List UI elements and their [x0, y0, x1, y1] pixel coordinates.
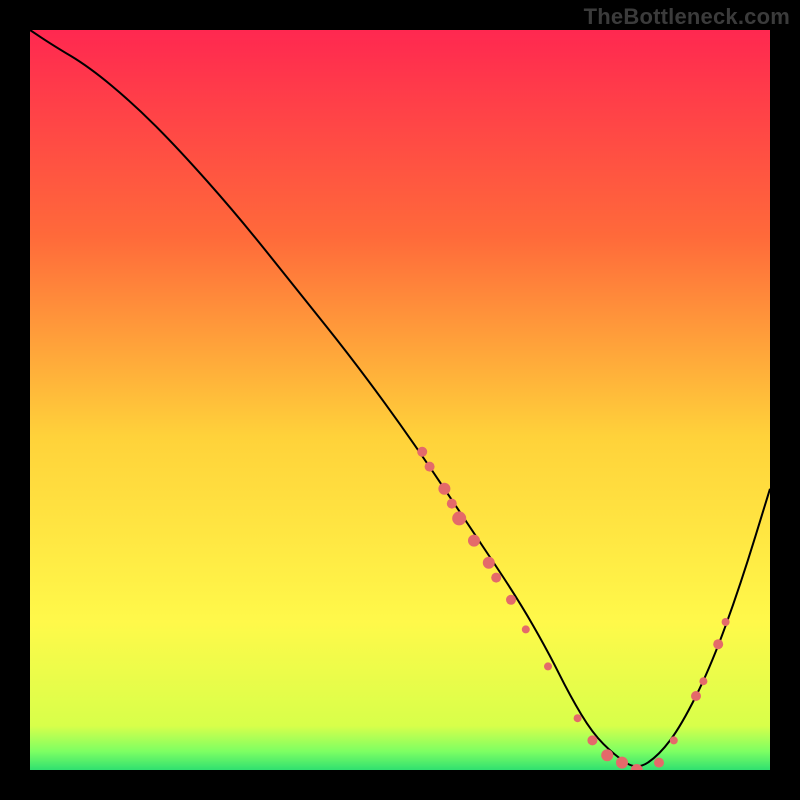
data-point — [468, 535, 480, 547]
data-point — [438, 483, 450, 495]
chart-svg — [30, 30, 770, 770]
data-point — [670, 736, 678, 744]
data-point — [574, 714, 582, 722]
data-point — [601, 749, 613, 761]
data-point — [691, 691, 701, 701]
data-point — [699, 677, 707, 685]
gradient-background — [30, 30, 770, 770]
data-point — [722, 618, 730, 626]
data-point — [491, 573, 501, 583]
data-point — [522, 625, 530, 633]
data-point — [483, 557, 495, 569]
data-point — [417, 447, 427, 457]
data-point — [713, 639, 723, 649]
data-point — [452, 511, 466, 525]
data-point — [616, 757, 628, 769]
data-point — [654, 758, 664, 768]
data-point — [587, 735, 597, 745]
attribution-text: TheBottleneck.com — [584, 4, 790, 30]
data-point — [425, 462, 435, 472]
data-point — [506, 595, 516, 605]
chart-frame: TheBottleneck.com — [0, 0, 800, 800]
plot-area — [30, 30, 770, 770]
data-point — [447, 499, 457, 509]
data-point — [544, 662, 552, 670]
